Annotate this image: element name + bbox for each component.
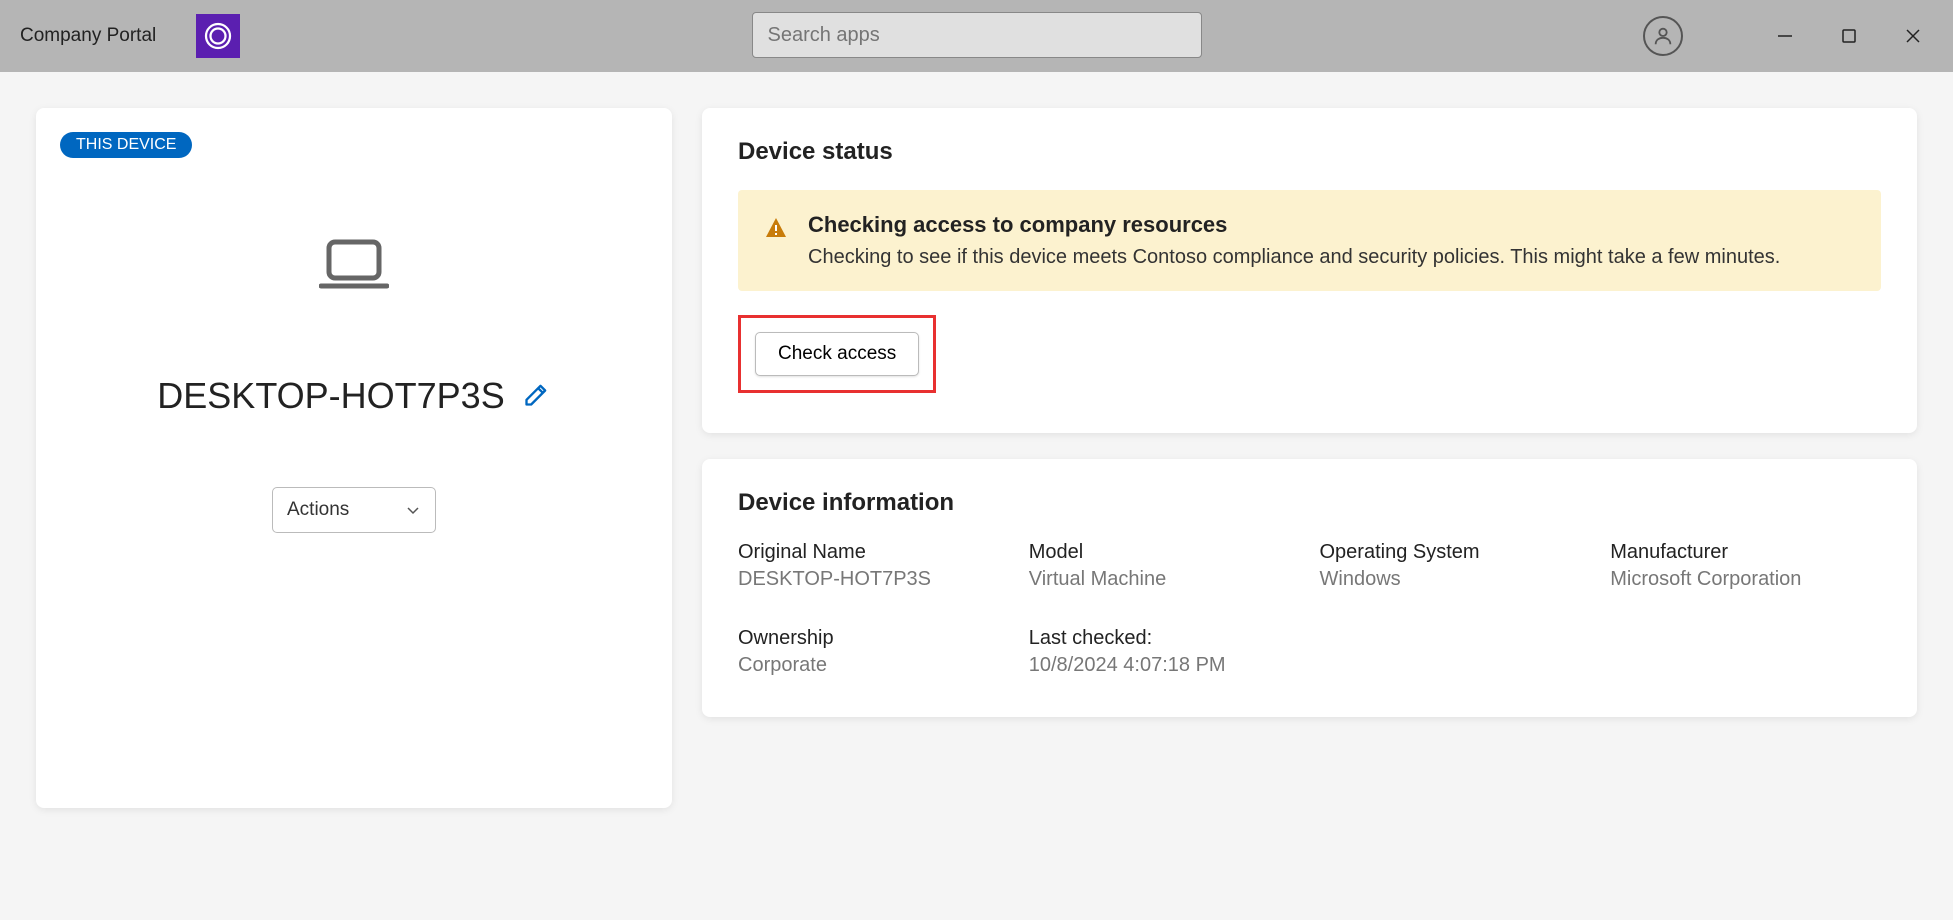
info-label: Ownership <box>738 627 1009 650</box>
person-icon <box>1652 25 1674 47</box>
close-icon <box>1905 28 1921 44</box>
titlebar-right <box>1643 0 1953 72</box>
edit-name-button[interactable] <box>523 380 551 413</box>
info-value: Virtual Machine <box>1029 568 1300 591</box>
warning-icon <box>764 216 788 245</box>
maximize-button[interactable] <box>1837 24 1861 48</box>
titlebar: Company Portal <box>0 0 1953 72</box>
info-item-original-name: Original Name DESKTOP-HOT7P3S <box>738 541 1009 591</box>
avatar-button[interactable] <box>1643 16 1683 56</box>
info-item-manufacturer: Manufacturer Microsoft Corporation <box>1610 541 1881 591</box>
search-input[interactable] <box>752 12 1202 58</box>
info-label: Original Name <box>738 541 1009 564</box>
laptop-icon <box>319 238 389 295</box>
maximize-icon <box>1841 28 1857 44</box>
device-info-card: Device information Original Name DESKTOP… <box>702 459 1917 717</box>
banner-desc: Checking to see if this device meets Con… <box>808 246 1780 269</box>
info-item-ownership: Ownership Corporate <box>738 627 1009 677</box>
info-value: Windows <box>1320 568 1591 591</box>
banner-title: Checking access to company resources <box>808 212 1780 238</box>
device-status-title: Device status <box>738 138 1881 166</box>
banner-text: Checking access to company resources Che… <box>808 212 1780 269</box>
pencil-icon <box>523 380 551 408</box>
minimize-button[interactable] <box>1773 24 1797 48</box>
window-controls <box>1773 24 1953 48</box>
info-item-os: Operating System Windows <box>1320 541 1591 591</box>
info-value: Microsoft Corporation <box>1610 568 1881 591</box>
info-label: Last checked: <box>1029 627 1300 650</box>
info-value: 10/8/2024 4:07:18 PM <box>1029 654 1300 677</box>
device-info-title: Device information <box>738 489 1881 517</box>
device-name-row: DESKTOP-HOT7P3S <box>157 375 550 417</box>
check-access-highlight: Check access <box>738 315 936 393</box>
device-name: DESKTOP-HOT7P3S <box>157 375 504 417</box>
info-label: Manufacturer <box>1610 541 1881 564</box>
chevron-down-icon <box>405 502 421 518</box>
actions-dropdown[interactable]: Actions <box>272 487 436 533</box>
info-value: DESKTOP-HOT7P3S <box>738 568 1009 591</box>
minimize-icon <box>1777 28 1793 44</box>
info-label: Model <box>1029 541 1300 564</box>
content: THIS DEVICE DESKTOP-HOT7P3S Actions <box>0 72 1953 808</box>
device-status-card: Device status Checking access to company… <box>702 108 1917 433</box>
actions-label: Actions <box>287 499 349 521</box>
info-grid: Original Name DESKTOP-HOT7P3S Model Virt… <box>738 541 1881 677</box>
right-column: Device status Checking access to company… <box>702 108 1917 808</box>
close-button[interactable] <box>1901 24 1925 48</box>
device-card: THIS DEVICE DESKTOP-HOT7P3S Actions <box>36 108 672 808</box>
this-device-badge: THIS DEVICE <box>60 132 192 158</box>
info-item-last-checked: Last checked: 10/8/2024 4:07:18 PM <box>1029 627 1300 677</box>
company-portal-logo-icon <box>203 21 233 51</box>
app-title: Company Portal <box>20 25 156 47</box>
search-container <box>752 12 1202 58</box>
check-access-button[interactable]: Check access <box>755 332 919 376</box>
app-logo <box>196 14 240 58</box>
info-label: Operating System <box>1320 541 1591 564</box>
info-value: Corporate <box>738 654 1009 677</box>
info-item-model: Model Virtual Machine <box>1029 541 1300 591</box>
status-banner: Checking access to company resources Che… <box>738 190 1881 291</box>
